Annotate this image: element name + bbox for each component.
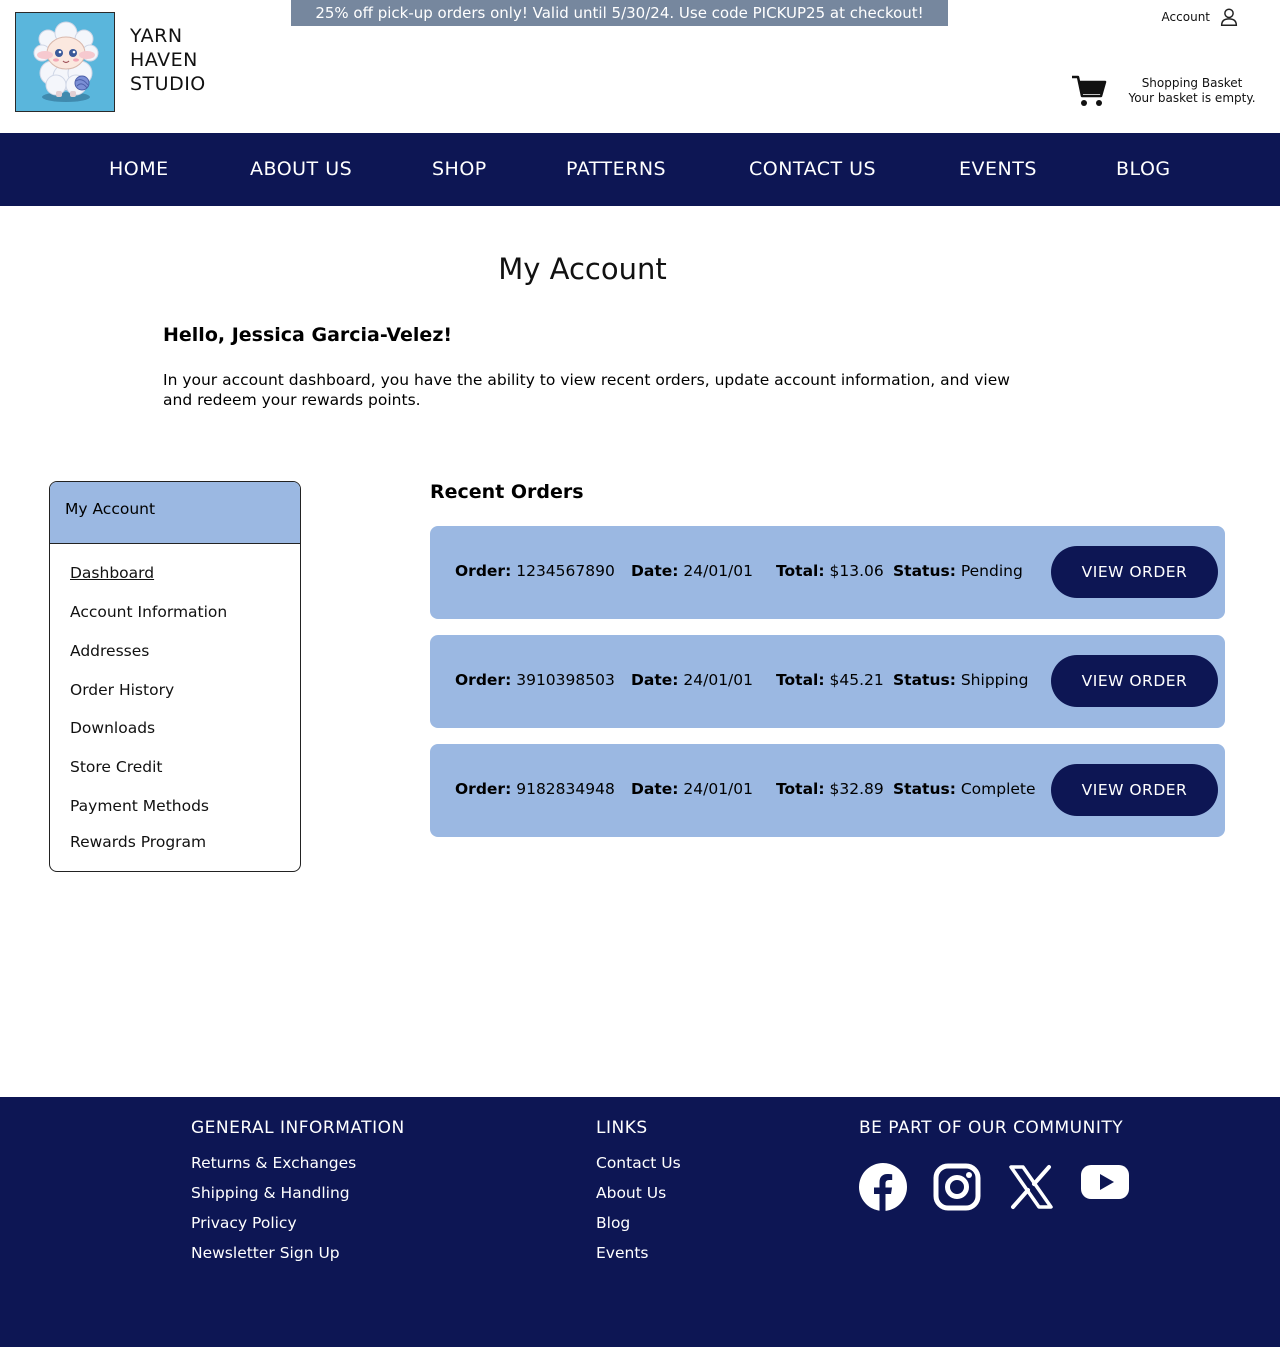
shopping-cart-icon [1072, 75, 1107, 106]
nav-contact-us[interactable]: CONTACT US [749, 133, 876, 206]
x-icon [1009, 1165, 1053, 1209]
footer-link-returns[interactable]: Returns & Exchanges [191, 1154, 356, 1172]
order-status: Status: Shipping [893, 671, 1029, 689]
footer-links-title: LINKS [596, 1118, 648, 1138]
basket-status: Your basket is empty. [1128, 91, 1256, 105]
order-date: Date: 24/01/01 [631, 780, 754, 798]
order-status: Status: Pending [893, 562, 1023, 580]
instagram-icon [933, 1163, 981, 1211]
dashboard-intro: In your account dashboard, you have the … [163, 371, 1010, 409]
order-date: Date: 24/01/01 [631, 671, 754, 689]
nav-about-us[interactable]: ABOUT US [250, 133, 352, 206]
cart-button[interactable] [1071, 74, 1107, 108]
main-nav: HOME ABOUT US SHOP PATTERNS CONTACT US E… [0, 133, 1280, 206]
order-total: Total: $32.89 [776, 780, 884, 798]
brand-name[interactable]: YARN HAVEN STUDIO [130, 24, 206, 96]
view-order-button[interactable]: VIEW ORDER [1051, 764, 1218, 816]
sheep-logo-icon [33, 21, 99, 102]
logo[interactable] [15, 12, 115, 112]
order-card: Order: 3910398503 Date: 24/01/01 Total: … [430, 635, 1225, 728]
order-card: Order: 1234567890 Date: 24/01/01 Total: … [430, 526, 1225, 619]
brand-line-1: YARN [130, 25, 183, 47]
view-order-button[interactable]: VIEW ORDER [1051, 655, 1218, 707]
order-number: Order: 9182834948 [455, 780, 615, 798]
footer-link-events[interactable]: Events [596, 1244, 648, 1262]
instagram-link[interactable] [933, 1163, 981, 1211]
order-total: Total: $13.06 [776, 562, 884, 580]
sidebar-item-downloads[interactable]: Downloads [70, 719, 155, 737]
brand-line-2: HAVEN [130, 49, 198, 71]
footer-link-privacy[interactable]: Privacy Policy [191, 1214, 297, 1232]
nav-blog[interactable]: BLOG [1116, 133, 1171, 206]
user-icon [1220, 8, 1238, 26]
youtube-icon [1081, 1165, 1129, 1199]
sidebar-title: My Account [50, 482, 300, 544]
order-card: Order: 9182834948 Date: 24/01/01 Total: … [430, 744, 1225, 837]
footer-link-contact[interactable]: Contact Us [596, 1154, 681, 1172]
facebook-icon [859, 1163, 907, 1211]
order-total: Total: $45.21 [776, 671, 884, 689]
sidebar-item-store-credit[interactable]: Store Credit [70, 758, 163, 776]
brand-line-3: STUDIO [130, 73, 206, 95]
nav-events[interactable]: EVENTS [959, 133, 1037, 206]
order-date: Date: 24/01/01 [631, 562, 754, 580]
footer-community-title: BE PART OF OUR COMMUNITY [859, 1118, 1124, 1138]
account-sidebar: My Account Dashboard Account Information… [49, 481, 301, 872]
footer-link-blog[interactable]: Blog [596, 1214, 630, 1232]
sidebar-item-order-history[interactable]: Order History [70, 681, 174, 699]
nav-shop[interactable]: SHOP [432, 133, 487, 206]
facebook-link[interactable] [859, 1163, 907, 1211]
recent-orders-title: Recent Orders [430, 481, 584, 503]
sidebar-item-payment-methods[interactable]: Payment Methods [70, 797, 209, 815]
promo-banner: 25% off pick-up orders only! Valid until… [291, 0, 948, 26]
nav-patterns[interactable]: PATTERNS [566, 133, 666, 206]
footer-link-newsletter[interactable]: Newsletter Sign Up [191, 1244, 340, 1262]
x-link[interactable] [1007, 1163, 1055, 1211]
view-order-button[interactable]: VIEW ORDER [1051, 546, 1218, 598]
site-footer: GENERAL INFORMATION Returns & Exchanges … [0, 1097, 1280, 1347]
account-label: Account [1161, 10, 1210, 24]
sidebar-item-rewards-program[interactable]: Rewards Program [70, 833, 206, 851]
account-link[interactable]: Account [1162, 6, 1240, 28]
order-number: Order: 3910398503 [455, 671, 615, 689]
youtube-link[interactable] [1081, 1159, 1129, 1207]
order-number: Order: 1234567890 [455, 562, 615, 580]
basket-title: Shopping Basket [1141, 76, 1243, 90]
greeting: Hello, Jessica Garcia-Velez! [163, 324, 453, 346]
sidebar-item-account-information[interactable]: Account Information [70, 603, 227, 621]
page-title: My Account [498, 252, 667, 286]
footer-link-about[interactable]: About Us [596, 1184, 666, 1202]
footer-general-title: GENERAL INFORMATION [191, 1118, 405, 1138]
nav-home[interactable]: HOME [109, 133, 169, 206]
basket-summary[interactable]: Shopping Basket Your basket is empty. [1118, 76, 1266, 106]
order-status: Status: Complete [893, 780, 1036, 798]
footer-link-shipping[interactable]: Shipping & Handling [191, 1184, 350, 1202]
sidebar-item-addresses[interactable]: Addresses [70, 642, 149, 660]
sidebar-item-dashboard[interactable]: Dashboard [70, 564, 154, 582]
